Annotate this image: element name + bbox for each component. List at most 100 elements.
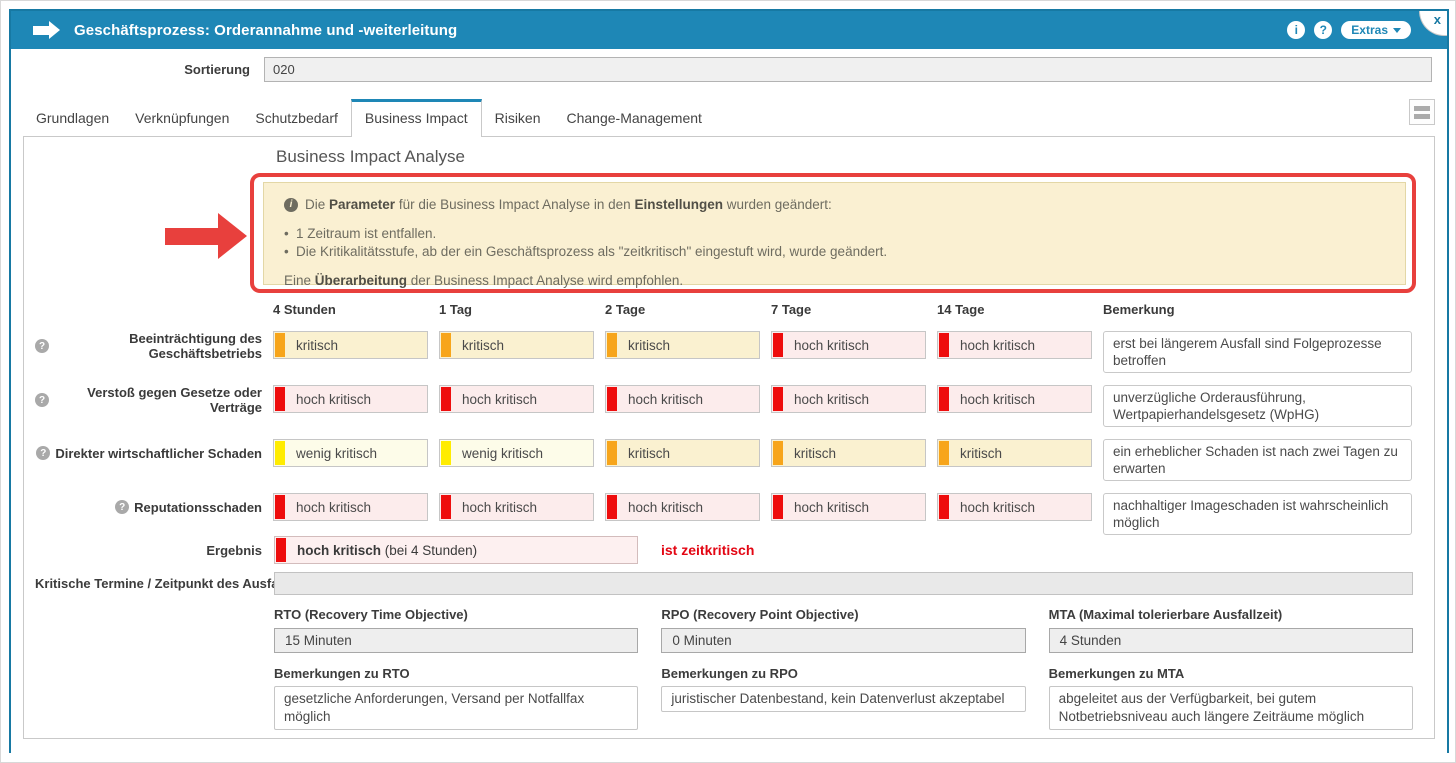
row-label-text: Beeinträchtigung des Geschäftsbetriebs [54,331,262,361]
level-color-bar [275,495,285,519]
row-label: ? Beeinträchtigung des Geschäftsbetriebs [35,331,262,361]
info-icon[interactable]: i [1287,21,1305,39]
extras-button[interactable]: Extras [1341,21,1411,39]
ergebnis-label: Ergebnis [35,543,262,558]
kritische-termine-row: Kritische Termine / Zeitpunkt des Ausfal… [35,572,1413,595]
criticality-value: hoch kritisch [628,500,703,515]
criticality-value: hoch kritisch [794,338,869,353]
criticality-value: kritisch [296,338,338,353]
bemerkung-input[interactable]: unverzügliche Orderausführung, Wertpapie… [1103,385,1412,427]
criticality-select[interactable]: kritisch [771,439,926,467]
level-color-bar [276,538,286,562]
criticality-select[interactable]: kritisch [605,331,760,359]
tab-business-impact[interactable]: Business Impact [351,99,482,137]
criticality-select[interactable]: hoch kritisch [439,493,594,521]
help-icon[interactable]: ? [35,339,49,353]
bemerkung-input[interactable]: ein erheblicher Schaden ist nach zwei Ta… [1103,439,1412,481]
help-icon[interactable]: ? [115,500,129,514]
criticality-value: wenig kritisch [296,446,377,461]
tab-grundlagen[interactable]: Grundlagen [23,99,122,137]
row-label-text: Verstoß gegen Gesetze oder Verträge [54,385,262,415]
help-icon[interactable]: ? [1314,21,1332,39]
parameter-change-notice: i Die Parameter für die Business Impact … [263,182,1406,285]
criticality-select[interactable]: hoch kritisch [771,331,926,359]
tab-risiken[interactable]: Risiken [482,99,554,137]
rto-bemerkung-label: Bemerkungen zu RTO [274,666,638,682]
mta-value-field: 4 Stunden [1049,628,1413,653]
tab-verknuepfungen[interactable]: Verknüpfungen [122,99,242,137]
ergebnis-select: hoch kritisch (bei 4 Stunden) [274,536,638,564]
criticality-select[interactable]: hoch kritisch [605,493,760,521]
grid-corner [35,302,262,319]
column-header: 2 Tage [605,302,760,319]
rpo-bemerkung-input[interactable]: juristischer Datenbestand, kein Datenver… [661,686,1025,712]
mta-bemerkung-input[interactable]: abgeleitet aus der Verfügbarkeit, bei gu… [1049,686,1413,730]
level-color-bar [607,333,617,357]
criticality-select[interactable]: hoch kritisch [771,493,926,521]
level-color-bar [441,387,451,411]
row-label-text: Direkter wirtschaftlicher Schaden [55,446,262,461]
criticality-value: hoch kritisch [794,500,869,515]
level-color-bar [773,387,783,411]
bemerkung-input[interactable]: nachhaltiger Imageschaden ist wahrschein… [1103,493,1412,535]
help-icon[interactable]: ? [36,446,50,460]
row-label-text: Reputationsschaden [134,500,262,515]
level-color-bar [939,387,949,411]
help-icon[interactable]: ? [35,393,49,407]
row-label: ? Reputationsschaden [35,493,262,521]
criticality-select[interactable]: kritisch [605,439,760,467]
criticality-select[interactable]: wenig kritisch [439,439,594,467]
criticality-select[interactable]: hoch kritisch [937,331,1092,359]
criticality-value: kritisch [794,446,836,461]
criticality-value: hoch kritisch [628,392,703,407]
level-color-bar [275,387,285,411]
mta-block: MTA (Maximal tolerierbare Ausfallzeit) 4… [1049,607,1413,730]
criticality-select[interactable]: hoch kritisch [937,385,1092,413]
criticality-select[interactable]: hoch kritisch [273,493,428,521]
criticality-value: hoch kritisch [960,500,1035,515]
rpo-block: RPO (Recovery Point Objective) 0 Minuten… [661,607,1025,730]
tab-change-management[interactable]: Change-Management [554,99,715,137]
rto-label: RTO (Recovery Time Objective) [274,607,638,623]
mta-bemerkung-label: Bemerkungen zu MTA [1049,666,1413,682]
column-header: 14 Tage [937,302,1092,319]
criticality-select[interactable]: hoch kritisch [273,385,428,413]
column-header: 4 Stunden [273,302,428,319]
close-button[interactable]: x [1419,11,1447,36]
rto-bemerkung-input[interactable]: gesetzliche Anforderungen, Versand per N… [274,686,638,730]
titlebar: Geschäftsprozess: Orderannahme und -weit… [11,11,1447,49]
ergebnis-value: hoch kritisch (bei 4 Stunden) [297,543,477,558]
dialog-window: Geschäftsprozess: Orderannahme und -weit… [9,9,1449,753]
criticality-select[interactable]: kritisch [439,331,594,359]
row-label: ? Verstoß gegen Gesetze oder Verträge [35,385,262,415]
rpo-label: RPO (Recovery Point Objective) [661,607,1025,623]
notice-bullet: 1 Zeitraum ist entfallen. [284,225,1385,243]
bemerkung-input[interactable]: erst bei längerem Ausfall sind Folgeproz… [1103,331,1412,373]
tab-schutzbedarf[interactable]: Schutzbedarf [242,99,351,137]
mta-label: MTA (Maximal tolerierbare Ausfallzeit) [1049,607,1413,623]
criticality-value: hoch kritisch [960,338,1035,353]
criticality-select[interactable]: hoch kritisch [605,385,760,413]
criticality-select[interactable]: hoch kritisch [439,385,594,413]
rpo-bemerkung-label: Bemerkungen zu RPO [661,666,1025,682]
criticality-value: hoch kritisch [296,500,371,515]
notice-bullet: Die Kritikalitätsstufe, ab der ein Gesch… [284,243,1385,261]
criticality-value: hoch kritisch [296,392,371,407]
criticality-value: hoch kritisch [462,500,537,515]
column-header: Bemerkung [1103,302,1412,319]
level-color-bar [773,495,783,519]
level-color-bar [441,333,451,357]
notice-footer: Eine Überarbeitung der Business Impact A… [284,272,1385,290]
criticality-select[interactable]: kritisch [273,331,428,359]
criticality-select[interactable]: hoch kritisch [771,385,926,413]
notice-info-icon: i [284,198,298,212]
sortierung-input[interactable] [264,57,1432,82]
criticality-select[interactable]: kritisch [937,439,1092,467]
criticality-value: hoch kritisch [462,392,537,407]
criticality-select[interactable]: hoch kritisch [937,493,1092,521]
sortierung-row: Sortierung [11,57,1432,82]
level-color-bar [773,333,783,357]
criticality-select[interactable]: wenig kritisch [273,439,428,467]
level-color-bar [939,333,949,357]
kritische-termine-input[interactable] [274,572,1413,595]
